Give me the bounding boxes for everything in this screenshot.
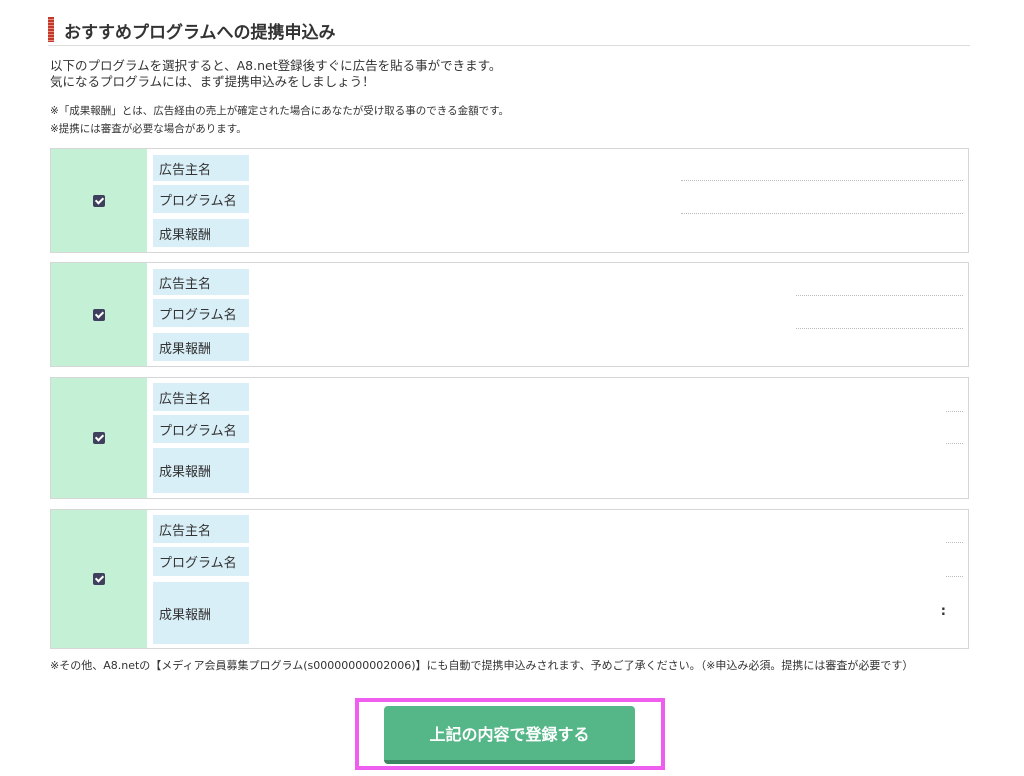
reward-label: 成果報酬 bbox=[153, 448, 249, 493]
advertiser-value-line bbox=[681, 180, 963, 181]
program-row-1: 広告主名 プログラム名 成果報酬 bbox=[50, 148, 969, 253]
program-value-line bbox=[796, 328, 963, 329]
reward-label: 成果報酬 bbox=[153, 333, 249, 361]
program-name-label: プログラム名 bbox=[153, 185, 249, 213]
note-reward: ※「成果報酬」とは、広告経由の売上が確定された場合にあなたが受け取る事のできる金… bbox=[50, 105, 510, 117]
reward-label: 成果報酬 bbox=[153, 219, 249, 247]
program-name-label: プログラム名 bbox=[153, 547, 249, 576]
footnote: ※その他、A8.netの【メディア会員募集プログラム(s000000000020… bbox=[50, 659, 914, 672]
program-checkbox[interactable] bbox=[93, 308, 105, 321]
section-header: おすすめプログラムへの提携申込み bbox=[48, 14, 970, 46]
program-checkbox[interactable] bbox=[93, 573, 105, 585]
submit-button[interactable]: 上記の内容で登録する bbox=[384, 706, 635, 764]
advertiser-value-line bbox=[946, 542, 963, 543]
program-checkbox[interactable] bbox=[93, 194, 105, 207]
advertiser-label: 広告主名 bbox=[153, 383, 249, 411]
intro-line-1: 以下のプログラムを選択すると、A8.net登録後すぐに広告を貼る事ができます。 bbox=[50, 58, 502, 73]
program-name-label: プログラム名 bbox=[153, 299, 249, 327]
advertiser-value-line bbox=[946, 411, 963, 412]
advertiser-label: 広告主名 bbox=[153, 515, 249, 543]
advertiser-label: 広告主名 bbox=[153, 155, 249, 181]
section-title: おすすめプログラムへの提携申込み bbox=[64, 23, 336, 43]
notes: ※「成果報酬」とは、広告経由の売上が確定された場合にあなたが受け取る事のできる金… bbox=[50, 102, 509, 138]
reward-value: : bbox=[940, 604, 946, 619]
intro-line-2: 気になるプログラムには、まず提携申込みをしましょう！ bbox=[50, 74, 375, 89]
program-checkbox[interactable] bbox=[93, 432, 105, 444]
program-checkbox-cell[interactable] bbox=[51, 378, 147, 498]
advertiser-value-line bbox=[796, 295, 963, 296]
program-row-2: 広告主名 プログラム名 成果報酬 bbox=[50, 262, 969, 367]
note-review: ※提携には審査が必要な場合があります。 bbox=[50, 123, 247, 135]
program-row-3: 広告主名 プログラム名 成果報酬 bbox=[50, 377, 969, 499]
program-checkbox-cell[interactable] bbox=[51, 510, 147, 648]
intro-text: 以下のプログラムを選択すると、A8.net登録後すぐに広告を貼る事ができます。 … bbox=[50, 58, 501, 90]
program-checkbox-cell[interactable] bbox=[51, 263, 147, 366]
program-row-4: 広告主名 プログラム名 成果報酬 : bbox=[50, 509, 969, 649]
program-value-line bbox=[681, 213, 963, 214]
title-accent-bar bbox=[48, 17, 54, 42]
program-name-label: プログラム名 bbox=[153, 415, 249, 443]
program-value-line bbox=[946, 443, 963, 444]
program-value-line bbox=[946, 576, 963, 577]
reward-label: 成果報酬 bbox=[153, 582, 249, 644]
advertiser-label: 広告主名 bbox=[153, 269, 249, 295]
program-checkbox-cell[interactable] bbox=[51, 149, 147, 252]
